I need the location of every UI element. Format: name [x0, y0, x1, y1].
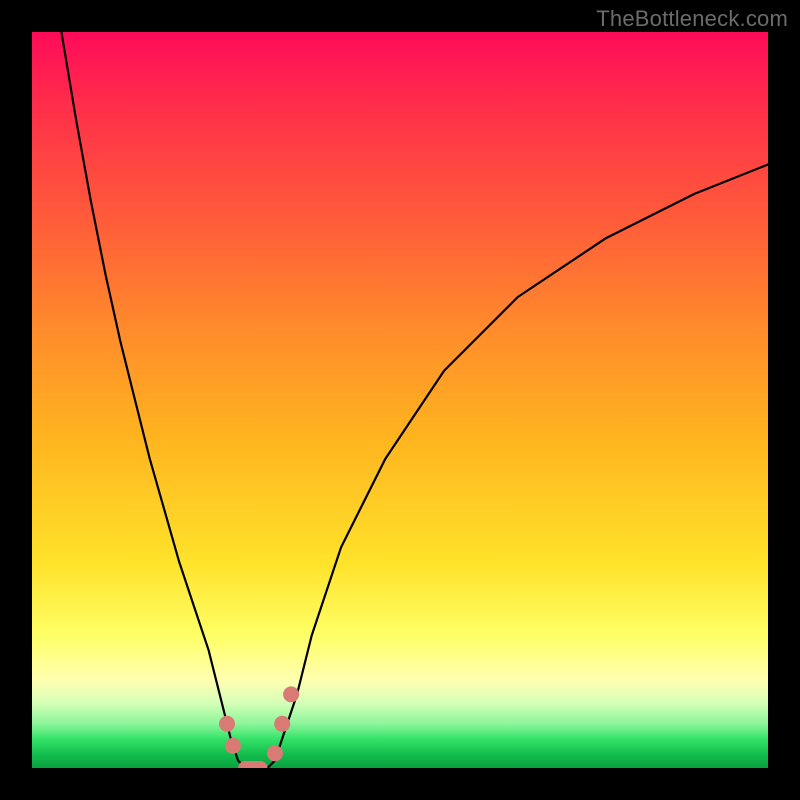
curve-marker: [274, 716, 290, 732]
watermark-text: TheBottleneck.com: [596, 6, 788, 32]
marker-layer: [219, 686, 299, 768]
optimum-band: [238, 761, 267, 768]
curve-marker: [283, 686, 299, 702]
curve-layer: [32, 32, 768, 768]
curve-marker: [219, 716, 235, 732]
curve-marker: [267, 745, 283, 761]
bottleneck-curve: [61, 32, 768, 768]
outer-frame: TheBottleneck.com: [0, 0, 800, 800]
plot-area: [32, 32, 768, 768]
curve-marker: [225, 738, 241, 754]
